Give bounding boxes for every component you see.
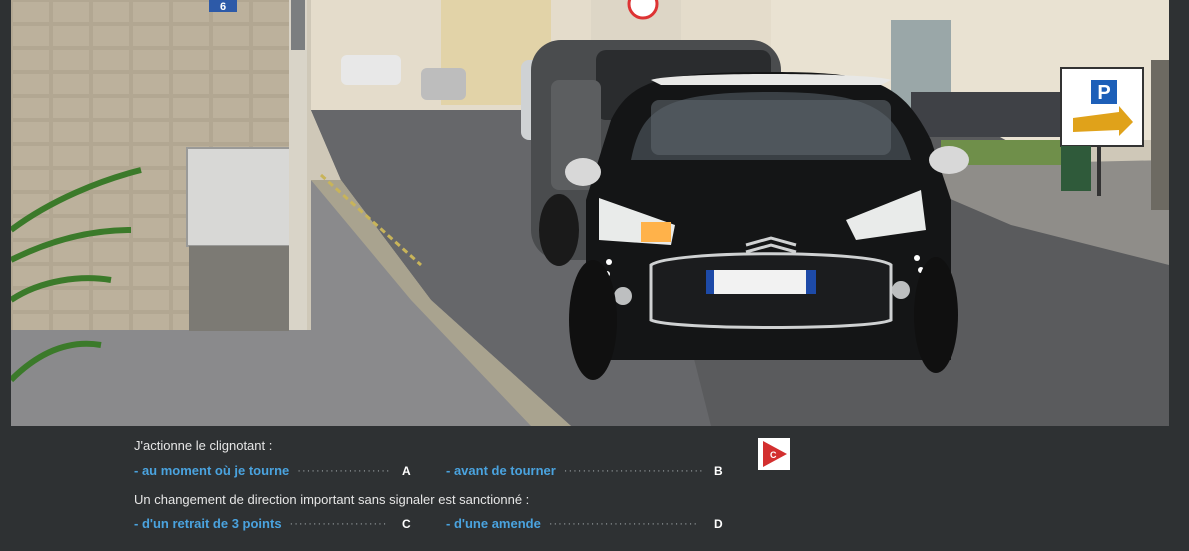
correction-play-button[interactable]: C [758,438,790,470]
answer-d-letter: D [714,516,723,531]
answer-c-label: - d'un retrait de 3 points [134,516,282,531]
answer-c-leader: ········································… [289,517,386,530]
answer-b-leader: ········································… [563,464,702,477]
answer-d-leader: ········································… [548,517,697,530]
question-photo-area: 6 P [0,0,1189,426]
quiz-panel: J'actionne le clignotant : - au moment o… [0,426,1189,551]
play-correction-icon: C [763,441,787,467]
answer-b-label: - avant de tourner [446,463,556,478]
street-number: 6 [220,1,226,13]
answer-b-letter: B [714,463,723,478]
answer-c-letter: C [402,516,411,531]
answer-a-letter: A [402,463,411,478]
question-2-text: Un changement de direction important san… [134,492,530,507]
answer-a[interactable]: - au moment où je tourne ···············… [134,463,414,478]
badge-letter: C [770,450,777,460]
answer-c[interactable]: - d'un retrait de 3 points ·············… [134,516,414,531]
parking-sign-letter: P [1097,82,1110,104]
answer-a-label: - au moment où je tourne [134,463,290,478]
answer-b[interactable]: - avant de tourner ·····················… [446,463,726,478]
answer-a-leader: ········································… [297,464,389,477]
question-photo: 6 P [11,0,1169,426]
answer-d[interactable]: - d'une amende ·························… [446,516,726,531]
answer-d-label: - d'une amende [446,516,541,531]
question-1-text: J'actionne le clignotant : [134,438,273,453]
